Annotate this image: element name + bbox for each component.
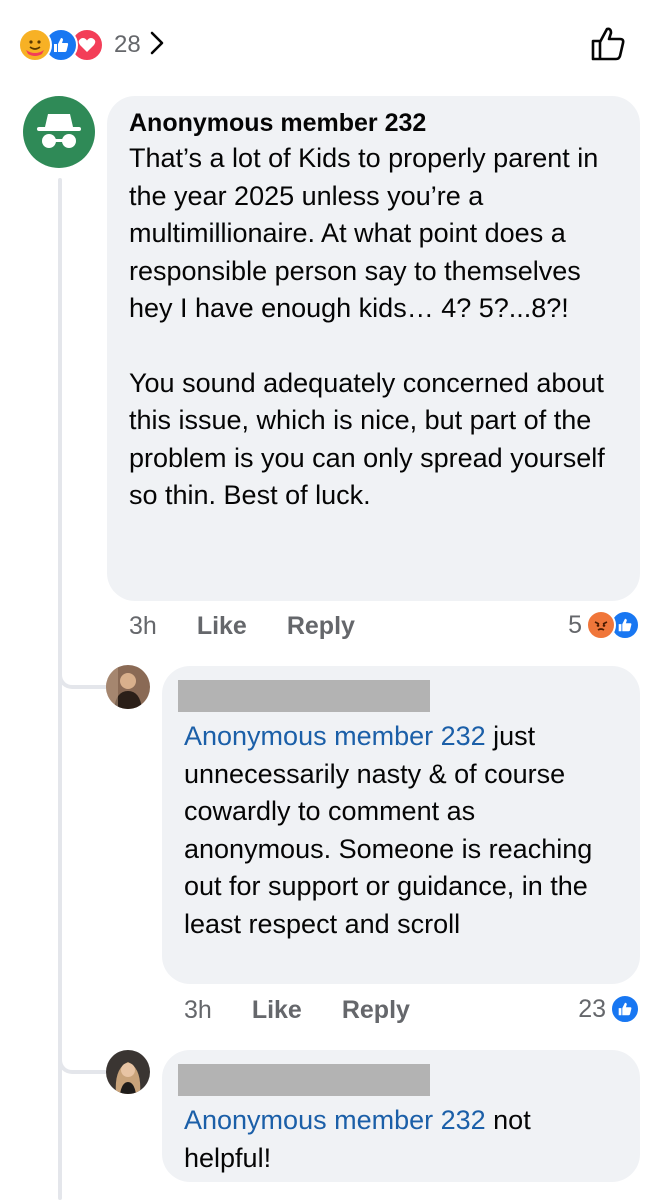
like-outline-icon[interactable] bbox=[588, 24, 628, 69]
chevron-right-icon bbox=[149, 30, 165, 61]
like-button[interactable]: Like bbox=[252, 996, 302, 1025]
reply-bubble: Anonymous member 232 not helpful! bbox=[162, 1050, 640, 1182]
anonymous-avatar[interactable] bbox=[23, 96, 95, 168]
comment-actions: 3h Like Reply bbox=[129, 612, 355, 641]
comment-reaction-summary[interactable]: 5 bbox=[568, 610, 640, 640]
redacted-name bbox=[178, 1064, 430, 1096]
reply-actions: 3h Like Reply bbox=[184, 996, 410, 1025]
angry-icon bbox=[586, 610, 616, 640]
reply-text: Anonymous member 232 not helpful! bbox=[184, 1102, 618, 1177]
care-icon bbox=[18, 28, 52, 62]
comment-author[interactable]: Anonymous member 232 bbox=[129, 108, 618, 138]
mention-link[interactable]: Anonymous member 232 bbox=[184, 721, 486, 751]
reply-text-body: just unnecessarily nasty & of course cow… bbox=[184, 721, 593, 939]
reply-text: Anonymous member 232 just unnecessarily … bbox=[184, 718, 618, 943]
redacted-name bbox=[178, 680, 430, 712]
comment-paragraph: You sound adequately concerned about thi… bbox=[129, 367, 605, 511]
comment-time[interactable]: 3h bbox=[184, 996, 212, 1025]
like-button[interactable]: Like bbox=[197, 612, 247, 641]
reply-button[interactable]: Reply bbox=[287, 612, 355, 641]
reply-reaction-summary[interactable]: 23 bbox=[578, 994, 640, 1024]
reactions-bar: 28 bbox=[0, 0, 662, 90]
comment-bubble: Anonymous member 232 That’s a lot of Kid… bbox=[107, 96, 640, 601]
thread-connector bbox=[58, 1058, 106, 1074]
reaction-summary[interactable]: 28 bbox=[18, 28, 165, 62]
like-icon bbox=[610, 994, 640, 1024]
incognito-icon bbox=[37, 114, 81, 148]
thread-line bbox=[58, 178, 62, 1200]
comment-text: That’s a lot of Kids to properly parent … bbox=[129, 140, 618, 515]
comment-reaction-count: 5 bbox=[568, 610, 582, 639]
reply-reaction-count: 23 bbox=[578, 994, 606, 1023]
reply-button[interactable]: Reply bbox=[342, 996, 410, 1025]
comment-paragraph: That’s a lot of Kids to properly parent … bbox=[129, 143, 599, 323]
reaction-count: 28 bbox=[114, 31, 141, 58]
reply-bubble: Anonymous member 232 just unnecessarily … bbox=[162, 666, 640, 984]
mention-link[interactable]: Anonymous member 232 bbox=[184, 1105, 486, 1135]
user-avatar[interactable] bbox=[106, 1050, 150, 1094]
user-avatar[interactable] bbox=[106, 665, 150, 709]
thread-connector bbox=[58, 673, 106, 689]
comment-time[interactable]: 3h bbox=[129, 612, 157, 641]
